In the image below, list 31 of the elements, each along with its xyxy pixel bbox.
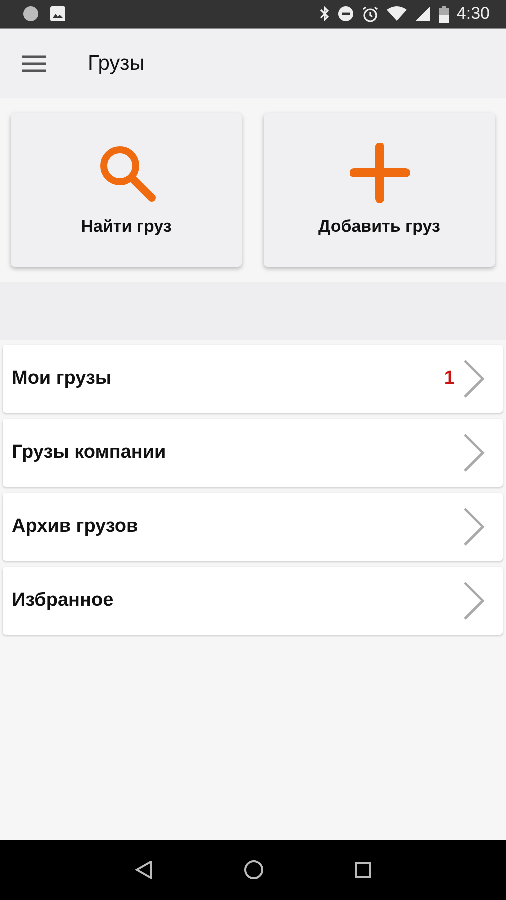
bluetooth-icon — [320, 6, 330, 22]
menu-row[interactable]: Архив грузов — [3, 493, 503, 561]
home-icon[interactable] — [244, 860, 264, 880]
count: 1 — [444, 368, 455, 390]
menu-row[interactable]: Мои грузы 1 — [3, 345, 503, 413]
row-label: Архив грузов — [12, 516, 140, 538]
row-label: Избранное — [12, 590, 115, 612]
circle-icon — [23, 6, 39, 22]
battery-icon — [438, 6, 449, 22]
wifi-icon — [386, 6, 407, 22]
menu-icon — [22, 54, 46, 72]
clock-time: 4:30 — [456, 4, 490, 24]
action-card[interactable]: Добавить груз — [264, 113, 495, 267]
chevron-icon — [463, 507, 485, 547]
action-card[interactable]: Найти груз — [11, 113, 242, 267]
menu-row[interactable]: Избранное — [3, 567, 503, 635]
row-label: Мои грузы — [12, 368, 113, 390]
overview-icon[interactable] — [354, 862, 371, 878]
back-icon[interactable] — [135, 861, 154, 879]
signal-icon — [414, 6, 431, 22]
chevron-icon — [463, 581, 485, 621]
chevron-icon — [463, 433, 485, 473]
menu-button[interactable] — [22, 54, 46, 72]
image-icon — [50, 6, 66, 22]
screen-title: Грузы — [88, 52, 145, 76]
minus-circle-icon — [338, 6, 354, 22]
menu-row[interactable]: Грузы компании — [3, 419, 503, 487]
plus-icon — [350, 143, 410, 203]
row-label: Грузы компании — [12, 442, 168, 464]
chevron-icon — [463, 359, 485, 399]
alarm-clock-icon — [362, 6, 379, 22]
